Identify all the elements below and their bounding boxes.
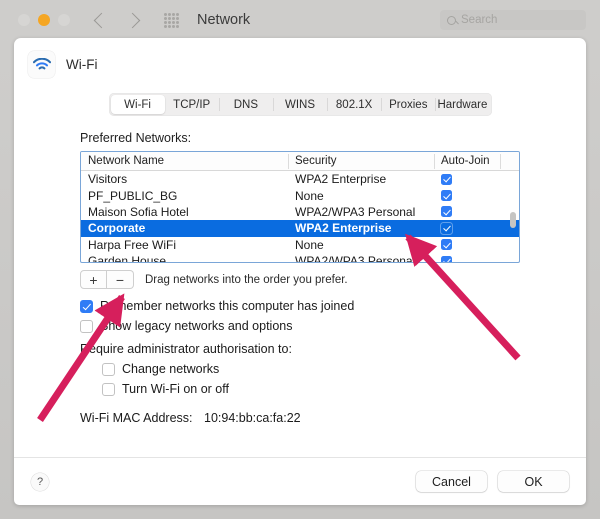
drag-hint-label: Drag networks into the order you prefer.: [145, 273, 348, 286]
preferred-networks-table[interactable]: Network Name Security Auto-Join Visitors…: [80, 151, 520, 263]
window-toolbar: Network Search: [0, 0, 600, 40]
traffic-lights: [18, 14, 70, 26]
search-field[interactable]: Search: [440, 10, 586, 30]
cell-auto-join[interactable]: [434, 206, 500, 218]
add-network-button[interactable]: +: [80, 270, 107, 289]
option-show-legacy[interactable]: Show legacy networks and options: [80, 319, 586, 333]
tab-8021x[interactable]: 802.1X: [327, 95, 381, 114]
cell-network-name: Harpa Free WiFi: [88, 237, 177, 252]
table-body: Visitors WPA2 Enterprise PF_PUBLIC_BG No…: [81, 171, 519, 262]
tab-dns[interactable]: DNS: [218, 95, 273, 114]
cell-security: WPA2 Enterprise: [295, 172, 387, 187]
sheet-header: Wi-Fi: [14, 38, 586, 78]
cell-security: None: [295, 237, 324, 252]
show-legacy-checkbox[interactable]: [80, 319, 93, 333]
wifi-settings-sheet: Wi-Fi Wi-Fi TCP/IP DNS WINS 802.1X Proxi…: [14, 38, 586, 505]
cell-network-name: Corporate: [88, 221, 146, 236]
auto-join-checkbox[interactable]: [441, 206, 452, 218]
cell-auto-join[interactable]: [434, 255, 500, 262]
tab-wifi[interactable]: Wi-Fi: [110, 95, 165, 114]
auto-join-checkbox[interactable]: [441, 222, 452, 234]
cancel-button[interactable]: Cancel: [416, 471, 487, 492]
cell-auto-join[interactable]: [434, 190, 500, 202]
table-row[interactable]: Visitors WPA2 Enterprise: [81, 171, 519, 187]
table-row[interactable]: PF_PUBLIC_BG None: [81, 187, 519, 203]
close-button[interactable]: [18, 14, 30, 26]
column-header-auto-join[interactable]: Auto-Join: [434, 152, 500, 170]
auto-join-checkbox[interactable]: [441, 190, 452, 202]
table-row[interactable]: Harpa Free WiFi None: [81, 237, 519, 253]
option-label: Change networks: [122, 362, 220, 376]
auto-join-checkbox[interactable]: [441, 239, 452, 251]
forward-chevron-icon[interactable]: [124, 12, 141, 28]
option-remember-networks[interactable]: Remember networks this computer has join…: [80, 299, 586, 313]
option-turn-wifi-on-off[interactable]: Turn Wi-Fi on or off: [102, 382, 586, 396]
wifi-options: Remember networks this computer has join…: [80, 299, 586, 396]
cell-auto-join[interactable]: [434, 222, 500, 234]
turn-wifi-checkbox[interactable]: [102, 382, 115, 396]
cell-auto-join[interactable]: [434, 239, 500, 251]
search-icon: [447, 15, 456, 25]
window-title: Network: [197, 12, 251, 28]
tab-hardware[interactable]: Hardware: [435, 95, 489, 114]
add-remove-segmented-control: + −: [80, 270, 134, 289]
sheet-body: Preferred Networks: Network Name Securit…: [14, 116, 586, 425]
sheet-footer: ? Cancel OK: [14, 458, 586, 505]
ok-button[interactable]: OK: [498, 471, 569, 492]
footer-buttons: Cancel OK: [416, 471, 569, 492]
cell-network-name: Visitors: [88, 172, 128, 187]
table-row-selected[interactable]: Corporate WPA2 Enterprise: [81, 220, 519, 237]
auto-join-checkbox[interactable]: [441, 255, 452, 262]
cell-network-name: Maison Sofia Hotel: [88, 204, 189, 219]
column-header-spacer: [500, 152, 519, 170]
option-label: Remember networks this computer has join…: [100, 299, 355, 313]
tab-proxies[interactable]: Proxies: [381, 95, 435, 114]
tab-wins[interactable]: WINS: [272, 95, 327, 114]
admin-section-label: Require administrator authorisation to:: [80, 342, 292, 356]
cell-network-name: PF_PUBLIC_BG: [88, 188, 178, 203]
auto-join-checkbox[interactable]: [441, 173, 452, 185]
back-chevron-icon[interactable]: [93, 12, 110, 28]
table-controls: + − Drag networks into the order you pre…: [80, 270, 586, 289]
table-header-row: Network Name Security Auto-Join: [81, 152, 519, 171]
option-label: Turn Wi-Fi on or off: [122, 382, 229, 396]
network-preferences-window: Network Search Wi-Fi Wi-Fi TCP/IP DNS WI…: [0, 0, 600, 519]
cell-auto-join[interactable]: [434, 173, 500, 185]
search-placeholder: Search: [461, 14, 498, 26]
change-networks-checkbox[interactable]: [102, 362, 115, 376]
option-change-networks[interactable]: Change networks: [102, 362, 586, 376]
table-row[interactable]: Garden House WPA2/WPA3 Personal: [81, 253, 519, 262]
minimize-button[interactable]: [38, 14, 50, 26]
help-button[interactable]: ?: [31, 472, 49, 491]
mac-address-value: 10:94:bb:ca:fa:22: [204, 411, 301, 425]
wifi-icon: [28, 51, 55, 78]
cell-security: WPA2/WPA3 Personal: [295, 254, 416, 262]
option-label: Show legacy networks and options: [100, 319, 293, 333]
cell-security: None: [295, 188, 324, 203]
cell-security: WPA2/WPA3 Personal: [295, 204, 416, 219]
cell-security: WPA2 Enterprise: [295, 221, 392, 236]
column-header-security[interactable]: Security: [288, 152, 434, 170]
remove-network-button[interactable]: −: [107, 270, 134, 289]
mac-address-label: Wi-Fi MAC Address:: [80, 411, 193, 425]
settings-tabbar: Wi-Fi TCP/IP DNS WINS 802.1X Proxies Har…: [108, 93, 492, 116]
remember-networks-checkbox[interactable]: [80, 299, 93, 313]
table-scrollbar[interactable]: [510, 212, 516, 228]
table-row[interactable]: Maison Sofia Hotel WPA2/WPA3 Personal: [81, 204, 519, 220]
zoom-button[interactable]: [58, 14, 70, 26]
grid-icon[interactable]: [164, 12, 179, 28]
cell-network-name: Garden House: [88, 254, 167, 262]
column-header-network-name[interactable]: Network Name: [81, 152, 288, 170]
mac-address-row: Wi-Fi MAC Address: 10:94:bb:ca:fa:22: [80, 411, 586, 425]
preferred-networks-label: Preferred Networks:: [80, 131, 192, 145]
service-name: Wi-Fi: [66, 57, 98, 72]
navigation-arrows: [93, 12, 141, 28]
tab-tcpip[interactable]: TCP/IP: [165, 95, 219, 114]
